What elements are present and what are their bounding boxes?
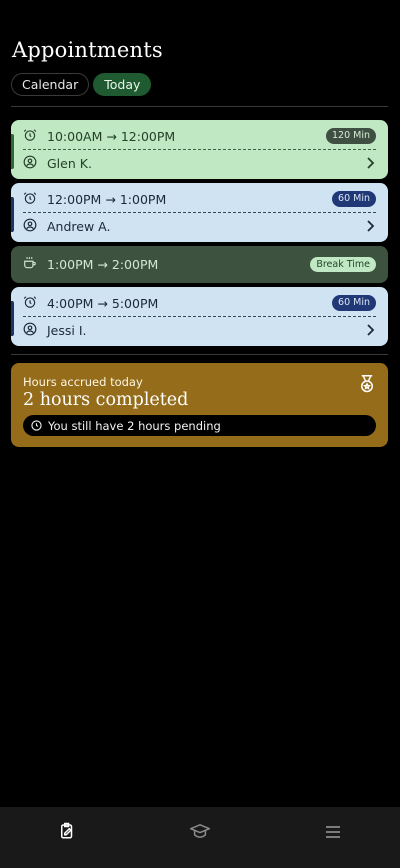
hours-completed: 2 hours completed (23, 390, 189, 410)
arrow-right-icon: → (106, 128, 117, 144)
pending-notice: You still have 2 hours pending (23, 415, 376, 436)
card-accent (11, 301, 14, 336)
dashed-divider (23, 149, 376, 150)
page-title: Appointments (12, 38, 163, 62)
dashed-divider (23, 212, 376, 213)
break-badge: Break Time (310, 256, 376, 273)
user-icon (23, 154, 37, 173)
break-start-time: 1:00PM (47, 257, 94, 272)
bottom-nav (0, 807, 400, 868)
hours-label: Hours accrued today (23, 375, 143, 389)
start-time: 12:00PM (47, 191, 102, 207)
end-time: 5:00PM (111, 295, 159, 311)
start-time: 10:00AM (47, 128, 103, 144)
pending-text: You still have 2 hours pending (48, 418, 221, 433)
arrow-right-icon: → (97, 257, 108, 272)
chevron-right-icon[interactable] (364, 324, 376, 336)
menu-icon (325, 824, 341, 843)
duration-badge: 60 Min (332, 191, 376, 207)
client-name: Glen K. (47, 155, 92, 171)
view-tabs: Calendar Today (11, 73, 152, 96)
alarm-clock-icon (23, 190, 37, 209)
nav-learning[interactable] (180, 821, 220, 845)
user-icon (23, 321, 37, 340)
duration-badge: 120 Min (325, 128, 376, 144)
header-divider (11, 106, 388, 107)
info-clock-icon (31, 420, 42, 431)
user-icon (23, 217, 37, 236)
tab-calendar[interactable]: Calendar (11, 73, 90, 96)
medal-icon (358, 374, 376, 398)
nav-appointments[interactable] (47, 821, 87, 845)
break-end-time: 2:00PM (111, 257, 159, 272)
alarm-clock-icon (23, 127, 37, 146)
graduation-cap-icon (188, 822, 212, 844)
arrow-right-icon: → (105, 191, 116, 207)
dashed-divider (23, 316, 376, 317)
card-accent (11, 197, 14, 232)
card-accent (11, 134, 14, 169)
clipboard-edit-icon (58, 822, 76, 844)
appointment-card[interactable]: 4:00PM → 5:00PM 60 Min Jessi I. (11, 287, 388, 346)
start-time: 4:00PM (47, 295, 94, 311)
nav-menu[interactable] (313, 821, 353, 845)
chevron-right-icon[interactable] (364, 220, 376, 232)
end-time: 12:00PM (120, 128, 176, 144)
appointment-card[interactable]: 10:00AM → 12:00PM 120 Min Glen K. (11, 120, 388, 179)
break-card: 1:00PM → 2:00PM Break Time (11, 246, 388, 283)
duration-badge: 60 Min (332, 295, 376, 311)
arrow-right-icon: → (97, 295, 108, 311)
hours-summary-card: Hours accrued today 2 hours completed Yo… (11, 363, 388, 447)
appointment-card[interactable]: 12:00PM → 1:00PM 60 Min Andrew A. (11, 183, 388, 242)
client-name: Jessi I. (47, 322, 87, 338)
coffee-cup-icon (23, 255, 37, 274)
section-divider (11, 354, 388, 355)
alarm-clock-icon (23, 294, 37, 313)
client-name: Andrew A. (47, 218, 111, 234)
chevron-right-icon[interactable] (364, 157, 376, 169)
tab-today[interactable]: Today (93, 73, 152, 96)
end-time: 1:00PM (119, 191, 167, 207)
